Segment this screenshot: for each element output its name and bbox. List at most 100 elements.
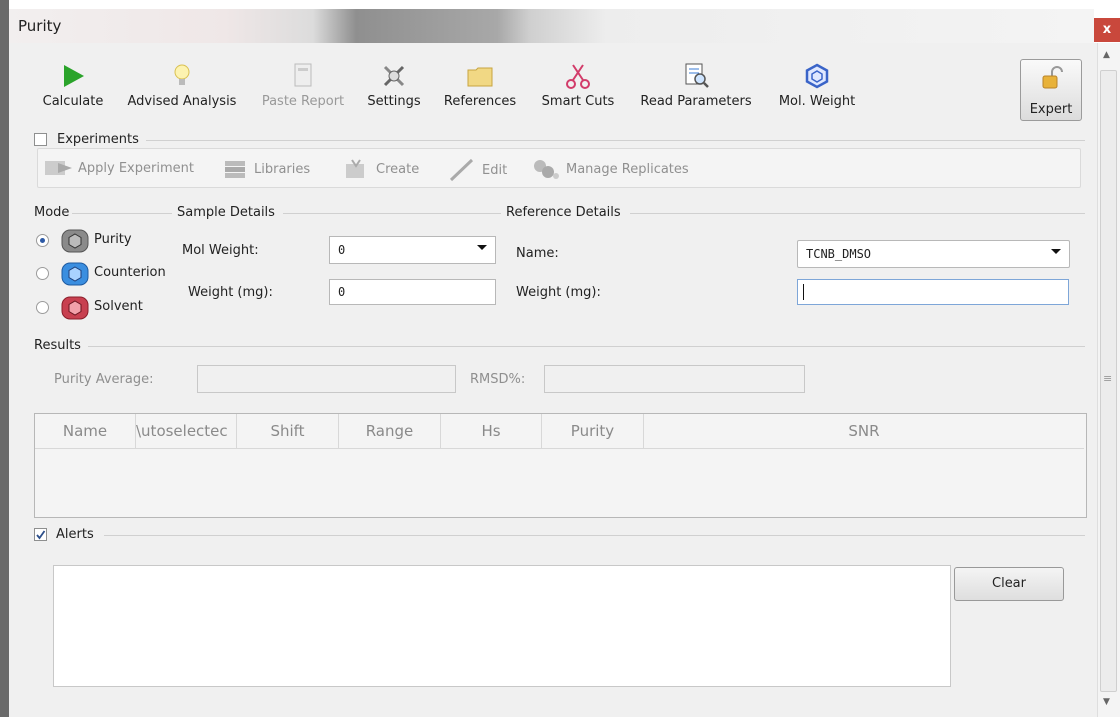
create-button[interactable]: Create (342, 158, 419, 180)
references-button[interactable]: References (438, 60, 522, 109)
alerts-divider (104, 535, 1085, 536)
edit-button[interactable]: Edit (448, 158, 507, 182)
column-header-shift[interactable]: Shift (237, 414, 339, 448)
reference-weight-label: Weight (mg): (516, 285, 601, 300)
close-button[interactable]: x (1094, 18, 1120, 42)
alerts-checkbox[interactable] (34, 528, 47, 541)
lightbulb-icon (174, 64, 190, 85)
read-parameters-button[interactable]: Read Parameters (633, 60, 759, 109)
reference-details-label: Reference Details (506, 205, 621, 220)
edit-label: Edit (482, 162, 508, 178)
experiments-divider (146, 140, 1085, 141)
sample-weight-label: Weight (mg): (188, 285, 273, 300)
counterion-hexagon-icon (61, 262, 89, 286)
checkmark-icon (36, 530, 46, 540)
manage-replicates-button[interactable]: Manage Replicates (532, 158, 689, 180)
table-header-divider (35, 448, 1084, 449)
mol-weight-button[interactable]: Mol. Weight (772, 60, 862, 109)
column-header-hs[interactable]: Hs (441, 414, 542, 448)
reference-name-combo[interactable]: TCNB_DMSO (797, 240, 1070, 268)
scroll-up-icon[interactable]: ▲ (1103, 50, 1110, 60)
apply-experiment-label: Apply Experiment (78, 160, 194, 176)
results-divider (88, 346, 1085, 347)
report-icon (294, 63, 312, 87)
padlock-icon (1042, 66, 1063, 89)
advised-analysis-label: Advised Analysis (127, 94, 237, 109)
folder-icon (467, 67, 493, 87)
mode-counterion-radio[interactable] (36, 267, 49, 280)
expert-button[interactable]: Expert (1020, 59, 1082, 121)
paste-report-button[interactable]: Paste Report (256, 60, 350, 109)
smart-cuts-button[interactable]: Smart Cuts (535, 60, 621, 109)
scroll-grip-icon: ≡ (1103, 372, 1113, 385)
window-frame-left (0, 0, 9, 717)
mol-weight-value: 0 (338, 243, 346, 257)
title-bar[interactable] (9, 9, 1094, 44)
libraries-button[interactable]: Libraries (222, 158, 310, 180)
molecule-hexagon-icon (805, 63, 829, 89)
solvent-hexagon-icon (61, 296, 89, 320)
reference-details-divider (630, 213, 1085, 214)
settings-button[interactable]: Settings (362, 60, 426, 109)
reference-name-value: TCNB_DMSO (806, 247, 872, 261)
mol-weight-label: Mol. Weight (778, 94, 856, 109)
reference-name-label: Name: (516, 246, 559, 261)
library-books-icon (225, 161, 245, 178)
libraries-label: Libraries (254, 161, 311, 177)
create-label: Create (376, 161, 420, 177)
mode-label: Mode (34, 205, 70, 220)
create-icon (346, 159, 364, 178)
settings-tools-icon (383, 65, 405, 87)
mode-purity-radio[interactable] (36, 234, 49, 247)
mode-counterion-label: Counterion (94, 265, 166, 280)
scissors-icon (566, 64, 590, 89)
magnifier-document-icon (685, 63, 709, 88)
rmsd-field (544, 365, 805, 393)
calculate-label: Calculate (42, 94, 104, 109)
column-header-range[interactable]: Range (339, 414, 441, 448)
references-label: References (443, 94, 517, 109)
purity-average-field (197, 365, 456, 393)
advised-analysis-button[interactable]: Advised Analysis (124, 60, 240, 109)
mode-solvent-radio[interactable] (36, 301, 49, 314)
play-icon (64, 65, 84, 87)
scroll-down-icon[interactable]: ▼ (1103, 697, 1110, 707)
purity-hexagon-icon (61, 229, 89, 253)
mol-weight-combo[interactable]: 0 (329, 236, 496, 264)
mode-solvent-label: Solvent (94, 299, 143, 314)
sample-details-divider (283, 213, 501, 214)
text-cursor (803, 284, 804, 300)
reference-weight-input[interactable] (797, 279, 1069, 305)
purity-average-label: Purity Average: (54, 372, 154, 387)
alerts-label: Alerts (56, 527, 94, 542)
expert-label: Expert (1029, 102, 1073, 117)
calculate-button[interactable]: Calculate (40, 60, 106, 109)
sample-details-label: Sample Details (177, 205, 275, 220)
alerts-text-area[interactable] (53, 565, 951, 687)
results-label: Results (34, 338, 81, 353)
window-title: Purity (18, 17, 62, 35)
manage-replicates-label: Manage Replicates (566, 161, 689, 177)
mol-weight-field-label: Mol Weight: (182, 243, 259, 258)
pencil-icon (449, 158, 474, 182)
mode-divider (72, 213, 172, 214)
apply-experiment-icon (45, 161, 72, 175)
clear-button[interactable]: Clear (954, 567, 1064, 601)
apply-experiment-button[interactable]: Apply Experiment (44, 158, 194, 178)
column-header-name[interactable]: Name (35, 414, 136, 448)
experiments-checkbox[interactable] (34, 133, 47, 146)
smart-cuts-label: Smart Cuts (541, 94, 615, 109)
replicates-icon (534, 160, 559, 179)
column-header-purity[interactable]: Purity (542, 414, 644, 448)
sample-weight-input[interactable]: 0 (329, 279, 496, 305)
paste-report-label: Paste Report (261, 94, 345, 109)
experiments-label: Experiments (57, 132, 139, 147)
mode-purity-label: Purity (94, 232, 132, 247)
read-parameters-label: Read Parameters (640, 94, 752, 109)
column-header-autoselected[interactable]: \utoselectec (136, 414, 237, 448)
rmsd-label: RMSD%: (470, 372, 526, 387)
column-header-snr[interactable]: SNR (644, 414, 1084, 448)
reference-dropdown-arrow-icon[interactable] (1051, 249, 1061, 254)
settings-label: Settings (367, 94, 421, 109)
dropdown-arrow-icon[interactable] (477, 245, 487, 250)
